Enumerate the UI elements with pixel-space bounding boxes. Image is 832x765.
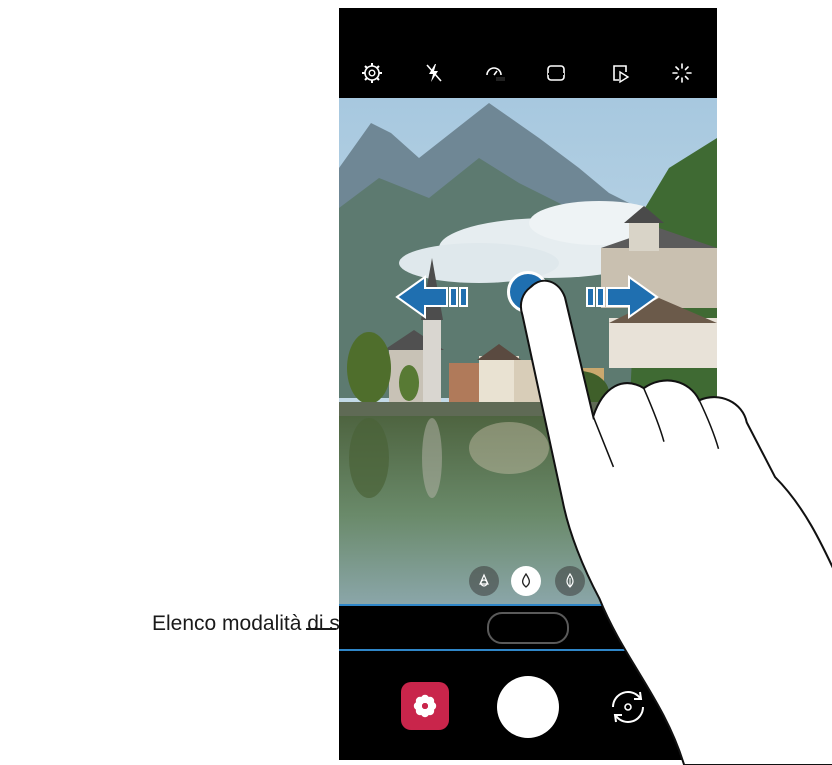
camera-top-bar xyxy=(339,8,717,98)
motion-photo-icon[interactable] xyxy=(607,60,633,86)
effect-left-icon[interactable] xyxy=(469,566,499,596)
flower-icon xyxy=(413,694,437,718)
aspect-ratio-icon[interactable] xyxy=(543,60,569,86)
hand-illustration xyxy=(519,279,832,765)
filter-icon[interactable] xyxy=(669,60,695,86)
swipe-left-arrow-icon xyxy=(395,275,468,319)
gallery-button[interactable] xyxy=(401,682,449,730)
timer-icon[interactable] xyxy=(481,60,507,86)
callout-line xyxy=(306,628,336,630)
settings-icon[interactable] xyxy=(359,60,385,86)
flash-off-icon[interactable] xyxy=(421,60,447,86)
